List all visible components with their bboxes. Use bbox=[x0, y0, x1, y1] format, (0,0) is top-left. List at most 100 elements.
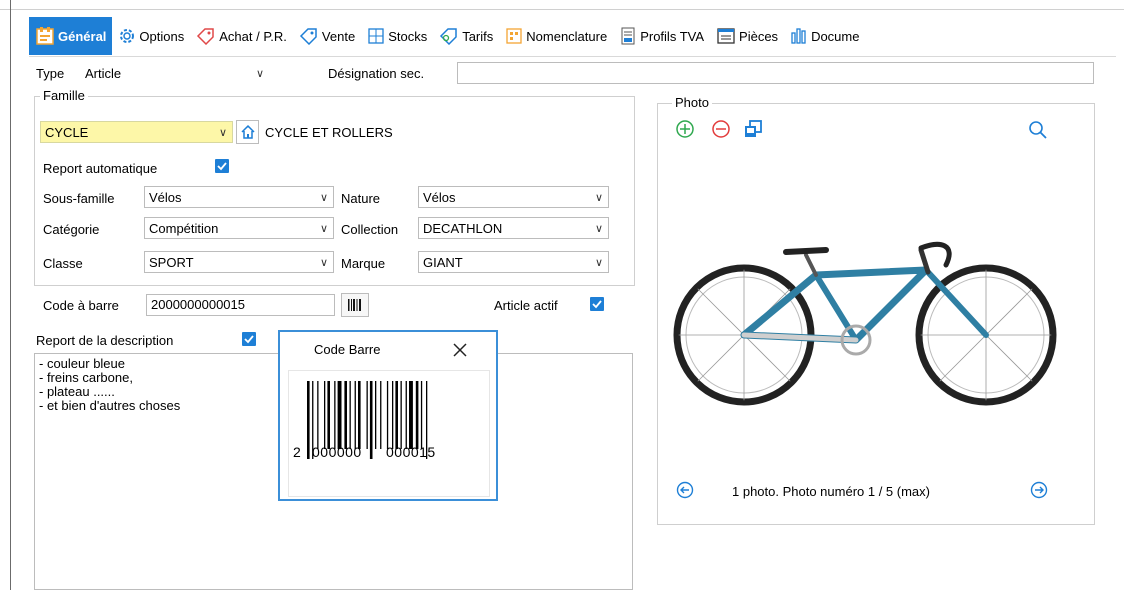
marque-label: Marque bbox=[341, 256, 386, 271]
tab-stocks[interactable]: Stocks bbox=[361, 17, 433, 55]
sous-famille-label: Sous-famille bbox=[43, 191, 115, 206]
tab-achat[interactable]: Achat / P.R. bbox=[190, 17, 293, 55]
chevron-down-icon: ∨ bbox=[319, 222, 329, 235]
designation-field[interactable] bbox=[457, 62, 1094, 84]
chevron-down-icon: ∨ bbox=[255, 67, 265, 80]
barcode-bar bbox=[386, 381, 389, 449]
collection-label: Collection bbox=[341, 222, 399, 237]
sous-famille-select[interactable]: Vélos ∨ bbox=[144, 186, 334, 208]
chevron-down-icon: ∨ bbox=[319, 256, 329, 269]
tab-profils-tva[interactable]: Profils TVA bbox=[613, 17, 710, 55]
barcode-bar bbox=[392, 381, 394, 449]
famille-home-button[interactable] bbox=[236, 120, 259, 144]
barcode-button[interactable] bbox=[341, 293, 369, 317]
report-desc-checkbox[interactable] bbox=[242, 332, 256, 346]
barcode-bar bbox=[358, 381, 361, 449]
tab-achat-label: Achat / P.R. bbox=[219, 28, 287, 44]
categorie-label: Catégorie bbox=[43, 222, 100, 237]
prev-photo-button[interactable] bbox=[675, 480, 695, 500]
add-photo-button[interactable] bbox=[674, 118, 696, 140]
barcode-bar bbox=[380, 381, 382, 449]
popup-title: Code Barre bbox=[314, 342, 381, 357]
barcode-digits-left: 000000 bbox=[312, 444, 362, 460]
nomenclature-icon bbox=[506, 28, 522, 44]
copy-icon bbox=[745, 120, 762, 137]
tab-bar: Général Options Achat / P.R. Vente Stock… bbox=[29, 16, 1116, 57]
chevron-down-icon: ∨ bbox=[319, 191, 329, 204]
famille-code-select[interactable]: CYCLE ∨ bbox=[40, 121, 233, 143]
barcode-bar bbox=[344, 381, 347, 449]
nature-select[interactable]: Vélos ∨ bbox=[418, 186, 609, 208]
barcode-bar bbox=[375, 381, 377, 449]
barcode-bar bbox=[307, 381, 310, 459]
tab-documents[interactable]: Docume bbox=[784, 17, 865, 55]
remove-photo-button[interactable] bbox=[710, 118, 732, 140]
purchase-tag-icon bbox=[197, 28, 214, 45]
tab-nomenclature[interactable]: Nomenclature bbox=[499, 17, 613, 55]
type-select[interactable]: Article ∨ bbox=[80, 62, 270, 84]
barcode-bar bbox=[324, 381, 326, 449]
marque-value: GIANT bbox=[423, 254, 463, 270]
sale-tag-icon bbox=[299, 28, 317, 45]
tab-pieces-label: Pièces bbox=[739, 28, 779, 44]
photo-group-title: Photo bbox=[672, 95, 712, 110]
famille-code-value: CYCLE bbox=[45, 124, 89, 140]
article-actif-label: Article actif bbox=[494, 298, 558, 313]
barcode-bar bbox=[354, 381, 356, 449]
nature-label: Nature bbox=[341, 191, 381, 206]
code-barre-field[interactable]: 2000000000015 bbox=[146, 294, 335, 316]
categorie-value: Compétition bbox=[149, 220, 219, 236]
designation-label: Désignation sec. bbox=[328, 66, 425, 81]
report-auto-checkbox[interactable] bbox=[215, 159, 229, 173]
barcode-bar bbox=[349, 381, 351, 449]
bar-chart-icon bbox=[791, 28, 806, 44]
famille-name: CYCLE ET ROLLERS bbox=[265, 125, 393, 140]
photo-status: 1 photo. Photo numéro 1 / 5 (max) bbox=[732, 484, 930, 499]
chevron-down-icon: ∨ bbox=[218, 126, 228, 139]
tab-tarifs-label: Tarifs bbox=[462, 28, 494, 44]
tab-nomenclature-label: Nomenclature bbox=[526, 28, 608, 44]
collection-select[interactable]: DECATHLON ∨ bbox=[418, 217, 609, 239]
classe-value: SPORT bbox=[149, 254, 194, 270]
popup-close-button[interactable] bbox=[450, 340, 470, 360]
barcode-bar bbox=[420, 381, 423, 449]
barcode-digits-right: 000015 bbox=[386, 444, 436, 460]
report-auto-label: Report automatique bbox=[43, 161, 158, 176]
chevron-down-icon: ∨ bbox=[594, 256, 604, 269]
general-icon bbox=[36, 27, 54, 45]
close-icon bbox=[453, 343, 467, 357]
tab-general[interactable]: Général bbox=[29, 17, 113, 55]
tab-options-label: Options bbox=[139, 28, 185, 44]
tab-documents-label: Docume bbox=[811, 28, 860, 44]
top-divider bbox=[0, 9, 1124, 10]
add-circle-icon bbox=[676, 120, 694, 138]
barcode-bar bbox=[405, 381, 407, 449]
tab-options[interactable]: Options bbox=[112, 17, 190, 55]
barcode-bar bbox=[317, 381, 319, 449]
tab-vente[interactable]: Vente bbox=[293, 17, 361, 55]
barcode-bar bbox=[337, 381, 342, 449]
tva-icon bbox=[621, 27, 635, 45]
tab-tarifs[interactable]: Tarifs bbox=[433, 17, 499, 55]
tab-general-label: Général bbox=[58, 28, 107, 44]
zoom-photo-button[interactable] bbox=[1026, 118, 1050, 142]
arrow-right-circle-icon bbox=[1030, 481, 1048, 499]
famille-group-title: Famille bbox=[40, 88, 88, 103]
marque-select[interactable]: GIANT ∨ bbox=[418, 251, 609, 273]
barcode-bar bbox=[366, 381, 368, 449]
next-photo-button[interactable] bbox=[1029, 480, 1049, 500]
check-icon bbox=[244, 335, 254, 344]
tab-profils-tva-label: Profils TVA bbox=[640, 28, 705, 44]
gear-icon bbox=[120, 29, 135, 43]
home-icon bbox=[240, 124, 255, 139]
tab-pieces[interactable]: Pièces bbox=[710, 17, 784, 55]
classe-select[interactable]: SPORT ∨ bbox=[144, 251, 334, 273]
barcode-bar bbox=[409, 381, 413, 449]
sous-famille-value: Vélos bbox=[149, 189, 182, 205]
left-border bbox=[10, 0, 11, 590]
copy-photo-button[interactable] bbox=[742, 118, 764, 140]
tariffs-tag-icon bbox=[440, 28, 457, 45]
article-actif-checkbox[interactable] bbox=[590, 297, 604, 311]
categorie-select[interactable]: Compétition ∨ bbox=[144, 217, 334, 239]
barcode-digit-first: 2 bbox=[293, 444, 301, 460]
